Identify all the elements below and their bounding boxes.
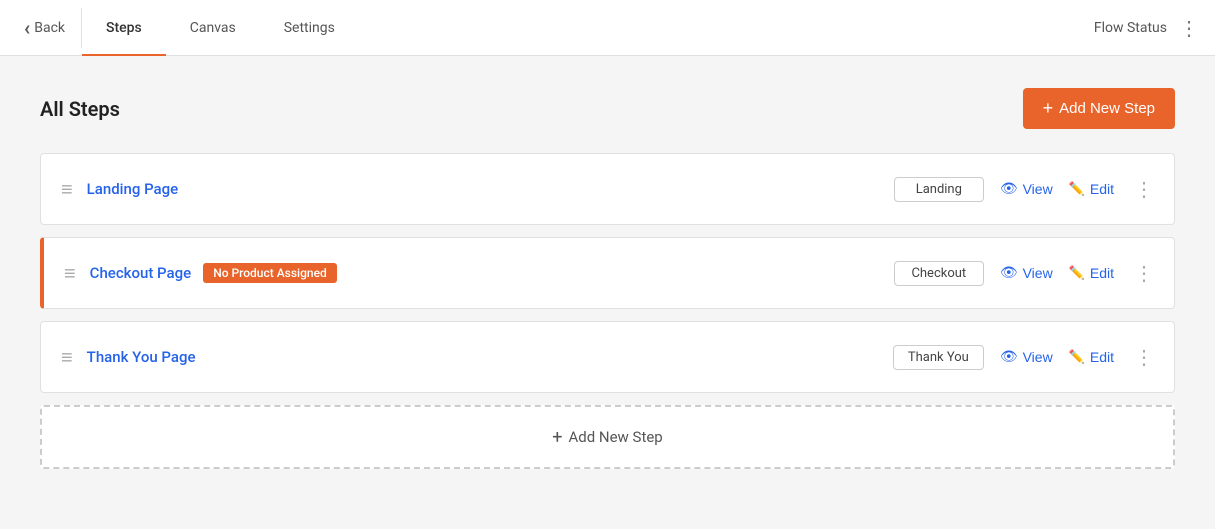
edit-label-landing: Edit: [1090, 181, 1114, 197]
drag-icon-landing: [61, 177, 73, 202]
step-row-thankyou: Thank You Page Thank You View Edit ⋮: [40, 321, 1175, 393]
view-label-checkout: View: [1023, 265, 1053, 281]
edit-icon-thankyou: [1069, 348, 1085, 366]
view-label-landing: View: [1023, 181, 1053, 197]
add-new-step-button-top[interactable]: Add New Step: [1023, 88, 1175, 129]
step-actions-thankyou: Thank You View Edit ⋮: [893, 344, 1154, 370]
step-type-badge-checkout: Checkout: [894, 261, 984, 286]
page-title: All Steps: [40, 97, 120, 121]
step-name-landing[interactable]: Landing Page: [87, 180, 179, 198]
drag-icon-thankyou: [61, 345, 73, 370]
view-button-checkout[interactable]: View: [1000, 260, 1053, 286]
back-icon: [24, 16, 30, 40]
view-label-thankyou: View: [1023, 349, 1053, 365]
view-button-landing[interactable]: View: [1000, 176, 1053, 202]
nav-tabs: Steps Canvas Settings: [82, 0, 1094, 56]
step-type-badge-landing: Landing: [894, 177, 984, 202]
view-button-thankyou[interactable]: View: [1000, 344, 1053, 370]
tab-canvas[interactable]: Canvas: [166, 2, 260, 56]
step-row-checkout: Checkout Page No Product Assigned Checko…: [40, 237, 1175, 309]
edit-icon-landing: [1069, 180, 1085, 198]
error-badge-checkout: No Product Assigned: [203, 263, 337, 283]
edit-icon-checkout: [1069, 264, 1085, 282]
add-new-step-label-top: Add New Step: [1059, 100, 1155, 117]
drag-handle-thankyou[interactable]: [61, 345, 73, 370]
page-header: All Steps Add New Step: [40, 88, 1175, 129]
tab-steps[interactable]: Steps: [82, 2, 166, 56]
eye-icon-thankyou: [1000, 348, 1018, 366]
nav-right: Flow Status ⋮: [1094, 16, 1199, 40]
tab-settings[interactable]: Settings: [260, 2, 359, 56]
plus-icon-bottom: +: [552, 427, 562, 448]
back-label: Back: [34, 20, 65, 36]
back-button[interactable]: Back: [16, 8, 82, 48]
step-type-badge-thankyou: Thank You: [893, 345, 984, 370]
more-menu-thankyou[interactable]: ⋮: [1134, 345, 1154, 369]
add-step-bottom-label: Add New Step: [568, 428, 662, 446]
more-menu-landing[interactable]: ⋮: [1134, 177, 1154, 201]
eye-icon-landing: [1000, 180, 1018, 198]
eye-icon-checkout: [1000, 264, 1018, 282]
edit-button-thankyou[interactable]: Edit: [1069, 344, 1114, 370]
drag-handle-checkout[interactable]: [64, 261, 76, 286]
main-content: All Steps Add New Step Landing Page Land…: [0, 56, 1215, 501]
steps-list: Landing Page Landing View Edit ⋮ Checkou…: [40, 153, 1175, 393]
nav-more-icon[interactable]: ⋮: [1179, 16, 1199, 40]
more-menu-checkout[interactable]: ⋮: [1134, 261, 1154, 285]
edit-label-checkout: Edit: [1090, 265, 1114, 281]
step-actions-checkout: Checkout View Edit ⋮: [894, 260, 1154, 286]
step-actions-landing: Landing View Edit ⋮: [894, 176, 1154, 202]
top-nav: Back Steps Canvas Settings Flow Status ⋮: [0, 0, 1215, 56]
edit-label-thankyou: Edit: [1090, 349, 1114, 365]
drag-icon-checkout: [64, 261, 76, 286]
step-row-landing: Landing Page Landing View Edit ⋮: [40, 153, 1175, 225]
add-new-step-button-bottom[interactable]: + Add New Step: [40, 405, 1175, 469]
edit-button-landing[interactable]: Edit: [1069, 176, 1114, 202]
step-name-thankyou[interactable]: Thank You Page: [87, 348, 196, 366]
flow-status-label: Flow Status: [1094, 20, 1167, 36]
step-name-checkout[interactable]: Checkout Page: [90, 264, 192, 282]
edit-button-checkout[interactable]: Edit: [1069, 260, 1114, 286]
drag-handle-landing[interactable]: [61, 177, 73, 202]
plus-icon-top: [1043, 98, 1054, 119]
